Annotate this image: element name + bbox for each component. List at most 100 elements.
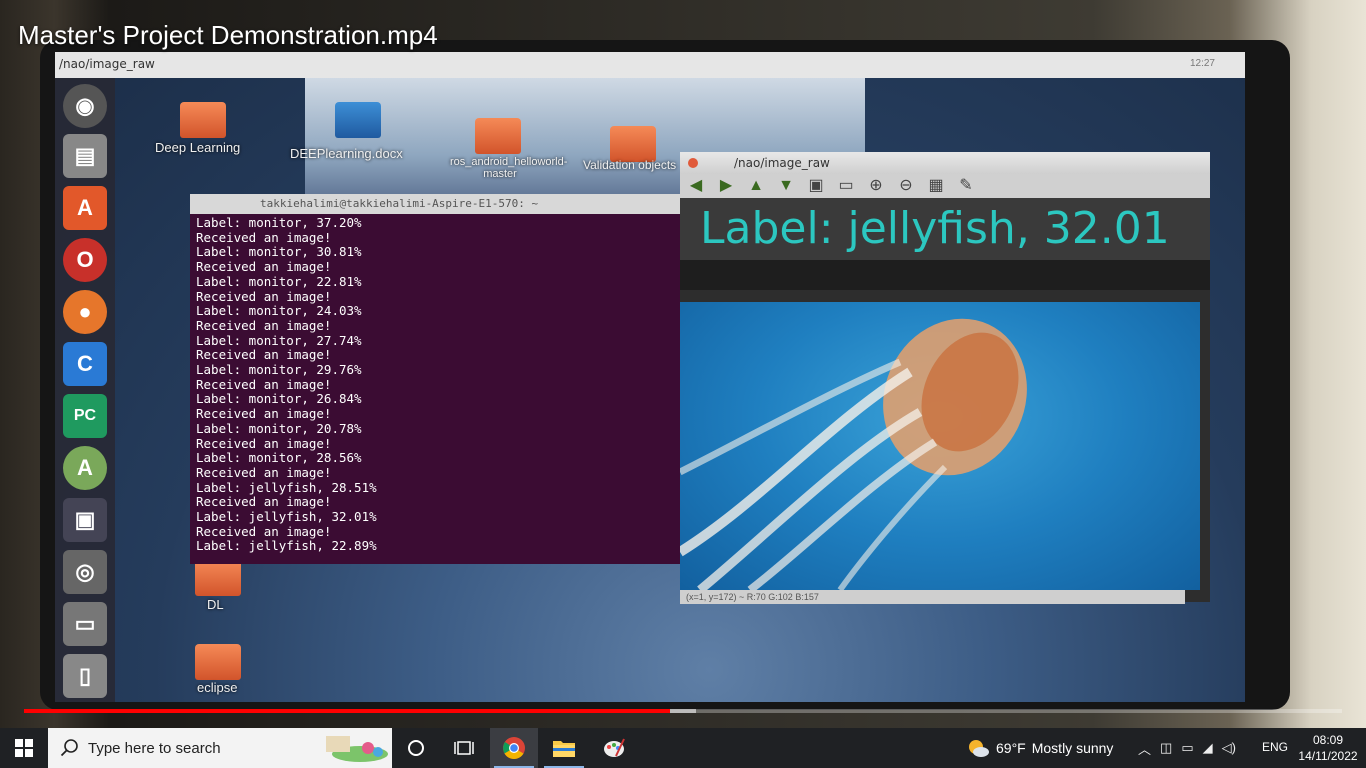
viewer-titlebar[interactable]: /nao/image_raw: [680, 152, 1210, 174]
clion-icon[interactable]: C: [63, 342, 107, 386]
taskbar-clock[interactable]: 08:09 14/11/2022: [1298, 732, 1358, 764]
weather-temp: 69°F: [996, 740, 1026, 756]
terminal-line: Received an image!: [196, 523, 332, 539]
terminal-line: Received an image!: [196, 464, 332, 480]
terminal-line: Received an image!: [196, 229, 332, 245]
terminal-line: Label: monitor, 29.76%: [196, 362, 362, 378]
file-explorer-button[interactable]: [540, 728, 588, 768]
video-progress-bar[interactable]: [24, 709, 1342, 713]
terminal-line: Label: monitor, 30.81%: [196, 244, 362, 260]
printer-icon[interactable]: ▭: [63, 602, 107, 646]
settings-icon[interactable]: ✎: [956, 176, 976, 196]
topbar-clock: 12:27: [1189, 58, 1215, 69]
search-icon: [60, 739, 78, 757]
search-highlight-icon: [326, 736, 388, 762]
prediction-label: Label: jellyfish, 32.01: [680, 198, 1210, 260]
weather-widget[interactable]: 69°F Mostly sunny: [966, 728, 1113, 768]
folder-icon[interactable]: [195, 560, 241, 596]
folder-icon[interactable]: [195, 644, 241, 680]
image-viewer-window[interactable]: /nao/image_raw ◀ ▶ ▲ ▼ ▣ ▭ ⊕ ⊖ ▦ ✎ Label…: [680, 152, 1210, 604]
terminal-window[interactable]: takkiehalimi@takkiehalimi-Aspire-E1-570:…: [190, 194, 680, 564]
terminal-line: Received an image!: [196, 259, 332, 275]
terminal-line: Label: jellyfish, 28.51%: [196, 479, 377, 495]
terminal-line: Label: jellyfish, 32.01%: [196, 509, 377, 525]
partly-sunny-icon: [969, 740, 989, 757]
desktop-icon-label: eclipse: [197, 680, 238, 695]
firefox-icon[interactable]: ●: [63, 290, 107, 334]
terminal-line: Label: monitor, 27.74%: [196, 332, 362, 348]
up-arrow-icon[interactable]: ▲: [746, 176, 766, 196]
viewer-toolbar: ◀ ▶ ▲ ▼ ▣ ▭ ⊕ ⊖ ▦ ✎: [680, 174, 1210, 198]
zoom-out-icon[interactable]: ⊖: [896, 176, 916, 196]
wifi-icon[interactable]: ◢: [1203, 740, 1213, 756]
folder-icon[interactable]: [610, 126, 656, 162]
desktop-icon-label: ros_android_helloworld-master: [450, 156, 568, 180]
desktop-icon-label: Validation objects: [583, 158, 677, 172]
trash-icon[interactable]: ▯: [63, 654, 107, 698]
meet-now-icon[interactable]: ◫: [1160, 740, 1172, 756]
jellyfish-image: [680, 302, 1200, 590]
terminal-line: Label: monitor, 20.78%: [196, 420, 362, 436]
weather-text: Mostly sunny: [1031, 740, 1114, 756]
terminal-titlebar[interactable]: takkiehalimi@takkiehalimi-Aspire-E1-570:…: [190, 194, 680, 214]
desktop-icon-label: Deep Learning: [155, 140, 241, 155]
viewer-status: (x=1, y=172) ~ R:70 G:102 B:157: [680, 590, 1185, 604]
topbar-title: /nao/image_raw: [59, 57, 155, 71]
folder-icon[interactable]: [180, 102, 226, 138]
opera-icon[interactable]: O: [63, 238, 107, 282]
software-icon[interactable]: A: [63, 186, 107, 230]
forward-arrow-icon[interactable]: ▶: [716, 176, 736, 196]
folder-icon: [553, 741, 575, 757]
terminal-line: Received an image!: [196, 406, 332, 422]
task-view-icon: [454, 741, 474, 755]
ubuntu-launcher: ◉ ▤ A O ● C PC A ▣ ◎ ▭ ▯: [55, 78, 115, 702]
terminal-line: Label: monitor, 24.03%: [196, 303, 362, 319]
chrome-taskbar-button[interactable]: [490, 728, 538, 768]
terminal-line: Received an image!: [196, 317, 332, 333]
screenshot-icon[interactable]: ◎: [63, 550, 107, 594]
word-document-icon[interactable]: [335, 102, 381, 138]
zoom-in-icon[interactable]: ⊕: [866, 176, 886, 196]
back-arrow-icon[interactable]: ◀: [686, 176, 706, 196]
ubuntu-screen: /nao/image_raw 12:27 ◉ ▤ A O ● C PC A ▣ …: [55, 52, 1245, 702]
cortana-button[interactable]: [392, 728, 440, 768]
terminal-output: Label: monitor, 37.20% Received an image!…: [190, 214, 680, 556]
terminal-line: Received an image!: [196, 347, 332, 363]
taskbar-search-box[interactable]: Type here to search: [48, 728, 392, 768]
volume-icon[interactable]: ◁): [1222, 740, 1236, 756]
paint-icon: [604, 738, 625, 757]
terminal-line: Label: monitor, 28.56%: [196, 450, 362, 466]
files-icon[interactable]: ▤: [63, 134, 107, 178]
ubuntu-icon[interactable]: ◉: [63, 84, 107, 128]
pycharm-icon[interactable]: PC: [63, 394, 107, 438]
android-studio-icon[interactable]: A: [63, 446, 107, 490]
show-hidden-icons-chevron-icon[interactable]: ︿: [1138, 739, 1151, 758]
image-icon[interactable]: ▣: [806, 176, 826, 196]
terminal-line: Label: jellyfish, 22.89%: [196, 538, 377, 554]
battery-icon[interactable]: ▭: [1181, 740, 1193, 756]
image-border: [680, 260, 1210, 290]
viewer-title: /nao/image_raw: [734, 156, 830, 170]
desktop-icon-label: DL: [207, 597, 224, 612]
comment-icon[interactable]: ▭: [836, 176, 856, 196]
chrome-icon: [503, 737, 525, 759]
paint-button[interactable]: [590, 728, 638, 768]
desktop-icon-label: DEEPlearning.docx: [290, 146, 403, 161]
folder-icon[interactable]: [475, 118, 521, 154]
down-arrow-icon[interactable]: ▼: [776, 176, 796, 196]
cortana-icon: [408, 740, 424, 756]
video-frame[interactable]: /nao/image_raw 12:27 ◉ ▤ A O ● C PC A ▣ …: [0, 0, 1366, 728]
search-placeholder: Type here to search: [88, 740, 221, 757]
close-icon[interactable]: [688, 158, 698, 168]
clock-date: 14/11/2022: [1298, 749, 1358, 763]
ubuntu-topbar: /nao/image_raw 12:27: [55, 52, 1245, 78]
video-title: Master's Project Demonstration.mp4: [18, 20, 438, 50]
language-indicator[interactable]: ENG: [1262, 740, 1288, 754]
terminal-line: Label: monitor, 26.84%: [196, 391, 362, 407]
start-button[interactable]: [0, 728, 48, 768]
clock-time: 08:09: [1312, 733, 1344, 747]
save-icon[interactable]: ▦: [926, 176, 946, 196]
lock-icon[interactable]: ▣: [63, 498, 107, 542]
terminal-line: Received an image!: [196, 494, 332, 510]
task-view-button[interactable]: [440, 728, 488, 768]
